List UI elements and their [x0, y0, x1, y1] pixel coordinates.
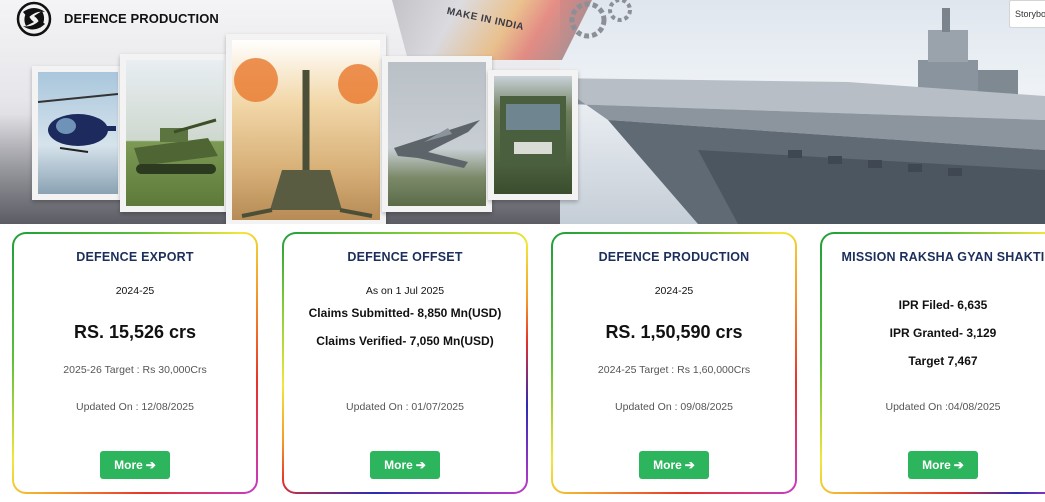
card-value: RS. 1,50,590 crs: [605, 322, 743, 342]
card-defence-offset: DEFENCE OFFSET As on 1 Jul 2025 Claims S…: [282, 232, 528, 494]
card-mission-raksha-gyan-shakti: MISSION RAKSHA GYAN SHAKTI IPR Filed- 6,…: [820, 232, 1045, 494]
card-line-ipr-granted: IPR Granted- 3,129: [889, 326, 997, 340]
arrow-right-icon: ➔: [684, 458, 695, 472]
card-title: DEFENCE PRODUCTION: [598, 250, 750, 264]
card-defence-production: DEFENCE PRODUCTION 2024-25 RS. 1,50,590 …: [551, 232, 797, 494]
card-title: DEFENCE OFFSET: [347, 250, 463, 264]
more-button[interactable]: More ➔: [100, 451, 170, 479]
card-target: 2025-26 Target : Rs 30,000Crs: [63, 364, 207, 376]
helicopter-image: [32, 66, 124, 200]
card-line-claims-submitted: Claims Submitted- 8,850 Mn(USD): [308, 306, 502, 320]
card-defence-export: DEFENCE EXPORT 2024-25 RS. 15,526 crs 20…: [12, 232, 258, 494]
card-updated-date: Updated On :04/08/2025: [885, 401, 1001, 413]
more-button[interactable]: More ➔: [908, 451, 978, 479]
arrow-right-icon: ➔: [953, 458, 964, 472]
card-title: MISSION RAKSHA GYAN SHAKTI: [841, 250, 1045, 264]
hero-banner: MAKE IN INDIA DEFENCE PRODUCTION Storybo: [0, 0, 1045, 224]
card-line-target: Target 7,467: [908, 354, 978, 368]
card-updated-date: Updated On : 01/07/2025: [346, 401, 464, 413]
card-updated-date: Updated On : 12/08/2025: [76, 401, 194, 413]
storybook-tab[interactable]: Storybo: [1009, 0, 1045, 28]
arrow-right-icon: ➔: [415, 458, 426, 472]
emblem-logo-icon: [16, 1, 52, 37]
truck-image: [488, 70, 578, 200]
stats-cards: DEFENCE EXPORT 2024-25 RS. 15,526 crs 20…: [0, 232, 1045, 502]
howitzer-image: [226, 34, 386, 224]
more-button[interactable]: More ➔: [370, 451, 440, 479]
card-target: 2024-25 Target : Rs 1,60,000Crs: [597, 364, 751, 376]
site-logo[interactable]: [14, 0, 54, 38]
tank-image: [120, 54, 230, 212]
site-title: DEFENCE PRODUCTION: [64, 11, 219, 26]
card-value: RS. 15,526 crs: [73, 322, 197, 342]
card-subtitle: As on 1 Jul 2025: [365, 285, 445, 297]
card-subtitle: 2024-25: [115, 285, 155, 297]
fighter-jet-image: [382, 56, 492, 212]
more-button-label: More: [922, 458, 951, 472]
card-updated-date: Updated On : 09/08/2025: [615, 401, 733, 413]
more-button-label: More: [653, 458, 682, 472]
card-line-claims-verified: Claims Verified- 7,050 Mn(USD): [316, 334, 494, 348]
more-button[interactable]: More ➔: [639, 451, 709, 479]
card-line-ipr-filed: IPR Filed- 6,635: [898, 298, 988, 312]
card-title: DEFENCE EXPORT: [76, 250, 194, 264]
more-button-label: More: [384, 458, 413, 472]
card-subtitle: 2024-25: [654, 285, 694, 297]
more-button-label: More: [114, 458, 143, 472]
arrow-right-icon: ➔: [145, 458, 156, 472]
aircraft-carrier-image: [548, 0, 1045, 224]
